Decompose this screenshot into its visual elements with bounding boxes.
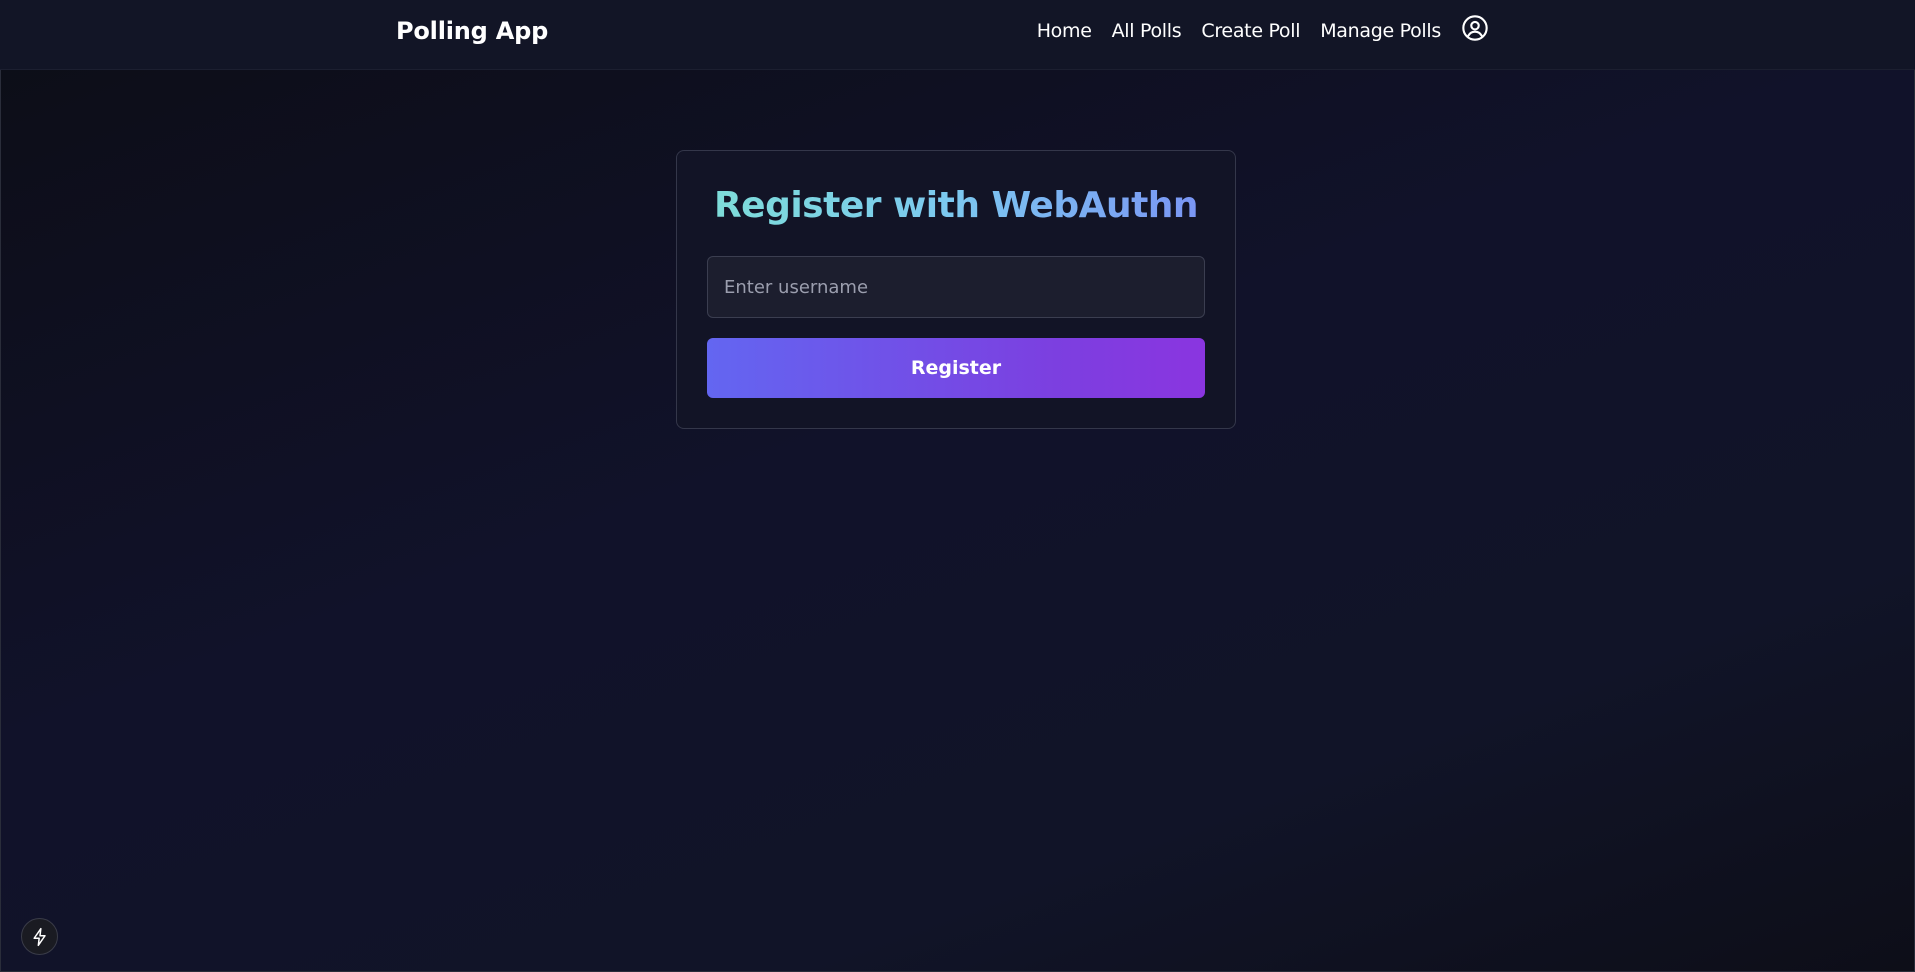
nav-link-home[interactable]: Home [1037, 20, 1092, 42]
username-input[interactable] [707, 256, 1205, 318]
nav-link-manage-polls[interactable]: Manage Polls [1320, 20, 1441, 42]
nav-links: Home All Polls Create Poll Manage Polls [1037, 15, 1489, 42]
app-brand[interactable]: Polling App [396, 17, 548, 45]
nav-link-all-polls[interactable]: All Polls [1112, 20, 1182, 42]
user-circle-icon[interactable] [1461, 14, 1489, 42]
register-card: Register with WebAuthn Register [676, 150, 1236, 429]
window-frame [0, 0, 1915, 972]
register-button[interactable]: Register [707, 338, 1205, 398]
dev-tools-badge[interactable] [21, 918, 58, 955]
navbar: Polling App Home All Polls Create Poll M… [0, 0, 1915, 70]
register-title: Register with WebAuthn [677, 185, 1235, 226]
nav-link-create-poll[interactable]: Create Poll [1201, 20, 1300, 42]
lightning-bolt-icon [32, 927, 46, 946]
